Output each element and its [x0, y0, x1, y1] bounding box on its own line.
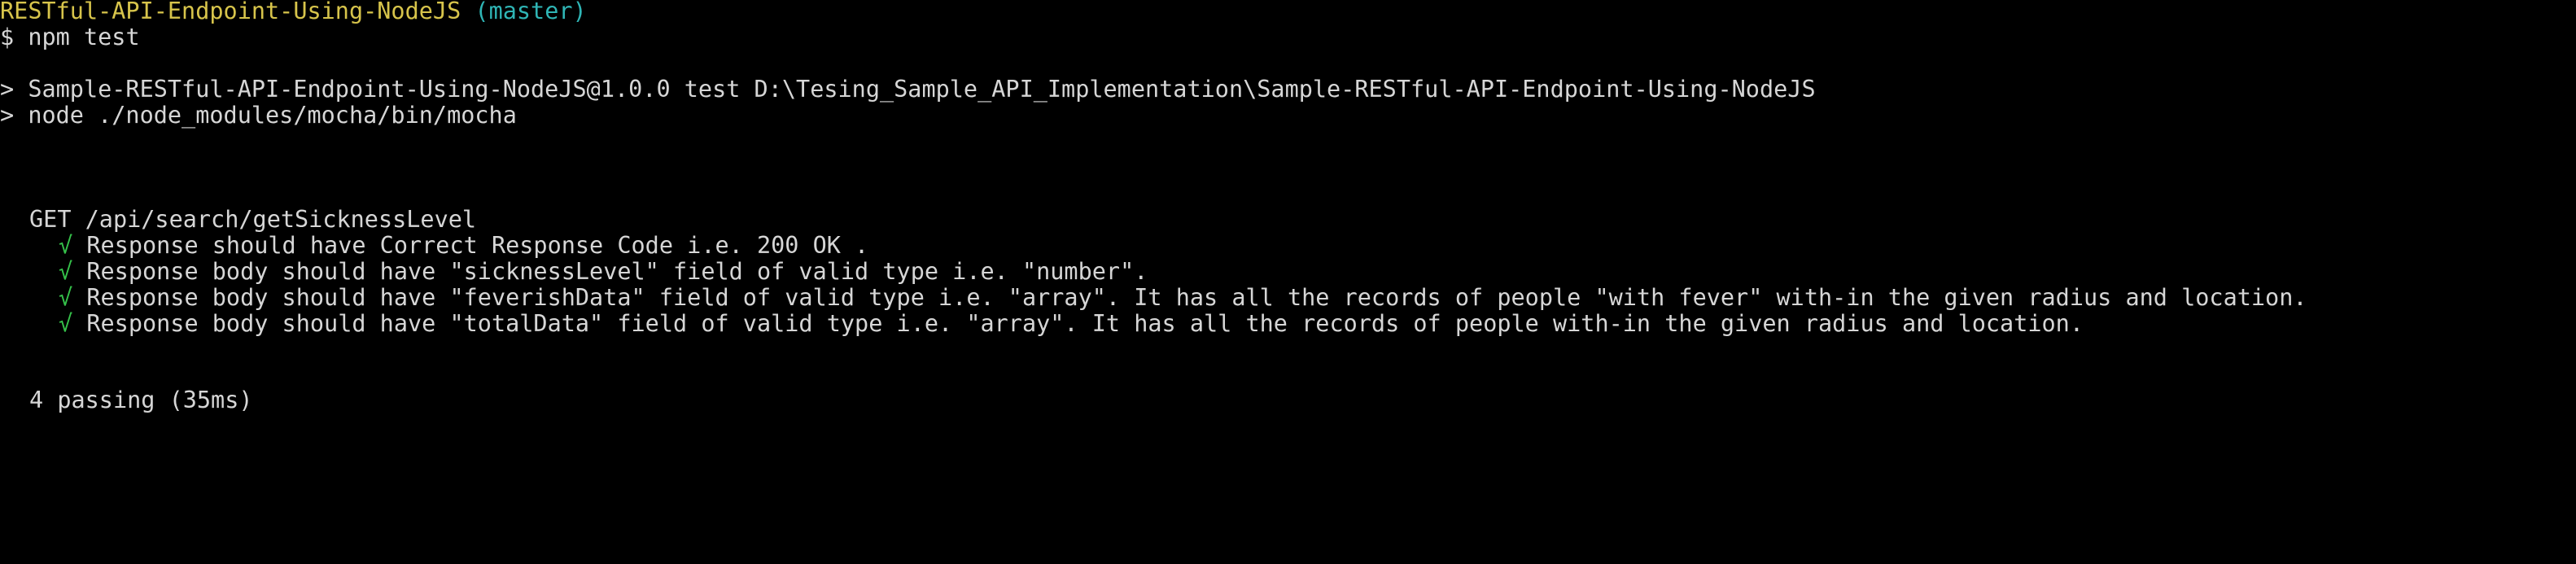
command-text: npm test: [28, 24, 140, 50]
check-icon: √: [59, 232, 73, 259]
test-result-row: √ Response body should have "feverishDat…: [59, 285, 2307, 311]
test-description: Response should have Correct Response Co…: [86, 232, 869, 259]
test-summary: 4 passing (35ms): [29, 387, 253, 413]
npm-output-line: > node ./node_modules/mocha/bin/mocha: [0, 102, 517, 129]
npm-output-line: > Sample-RESTful-API-Endpoint-Using-Node…: [0, 76, 1816, 103]
test-suite-title: GET /api/search/getSicknessLevel: [29, 206, 477, 233]
test-description: Response body should have "sicknessLevel…: [86, 258, 1148, 285]
test-result-row: √ Response body should have "sicknessLev…: [59, 259, 1148, 285]
command-line: $ npm test: [0, 24, 140, 50]
check-icon: √: [59, 310, 73, 337]
prompt-directory: RESTful-API-Endpoint-Using-NodeJS: [0, 0, 461, 24]
terminal-window[interactable]: RESTful-API-Endpoint-Using-NodeJS (maste…: [0, 0, 2576, 444]
test-result-row: √ Response should have Correct Response …: [59, 233, 868, 259]
check-icon: √: [59, 258, 73, 285]
check-icon: √: [59, 284, 73, 311]
prompt-branch: (master): [475, 0, 587, 24]
test-result-row: √ Response body should have "totalData" …: [59, 311, 2084, 337]
test-description: Response body should have "feverishData"…: [86, 284, 2307, 311]
test-description: Response body should have "totalData" fi…: [86, 310, 2084, 337]
prompt-symbol: $: [0, 24, 15, 50]
prompt-line: RESTful-API-Endpoint-Using-NodeJS (maste…: [0, 0, 587, 24]
